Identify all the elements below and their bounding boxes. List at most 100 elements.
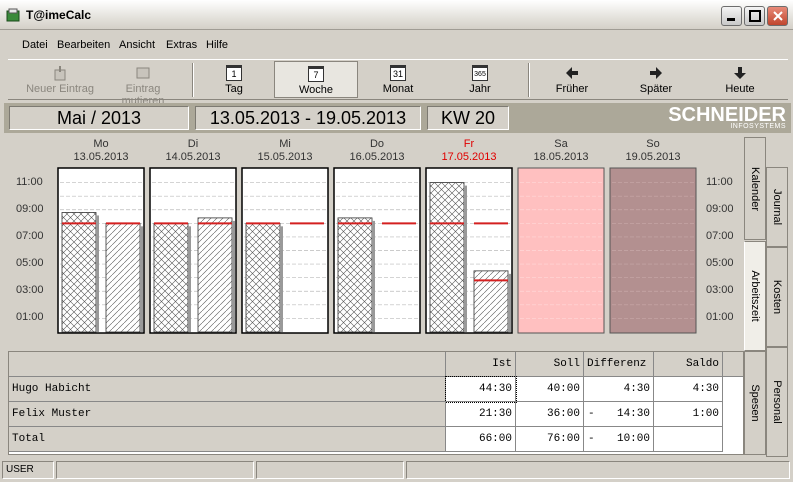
y-axis-tick: 05:00 <box>16 257 44 270</box>
maximize-button[interactable] <box>744 6 765 26</box>
status-panel-2 <box>56 461 254 479</box>
minimize-button[interactable] <box>721 6 742 26</box>
menu-datei[interactable]: Datei <box>22 39 48 51</box>
close-button[interactable] <box>767 6 788 26</box>
earlier-button[interactable]: Früher <box>532 61 612 98</box>
y-axis-tick: 07:00 <box>16 229 44 242</box>
toolbar: Neuer Eintrag Eintrag mutieren 1 Tag 7 W… <box>8 59 788 107</box>
cell-saldo[interactable]: 1:00 <box>654 402 723 427</box>
tab-kalender-label: Kalender <box>749 166 761 211</box>
cell-soll[interactable]: 76:00 <box>516 427 584 452</box>
year-view-button[interactable]: 365 Jahr <box>444 61 516 98</box>
company-logo: SCHNEIDER INFOSYSTEMS <box>664 104 786 132</box>
bar-shadow <box>232 220 235 332</box>
tab-kalender[interactable]: Kalender <box>744 137 766 240</box>
table-header-differenz: Differenz <box>584 352 654 377</box>
week-view-button[interactable]: 7 Woche <box>274 61 358 98</box>
tab-journal[interactable]: Journal <box>766 167 788 247</box>
menu-bar: Datei Bearbeiten Ansicht Extras Hilfe <box>0 34 793 56</box>
table-header-filler <box>723 352 743 377</box>
cell-ist[interactable]: 21:30 <box>446 402 516 427</box>
table-header-ist: Ist <box>446 352 516 377</box>
bar-shadow <box>464 185 467 332</box>
today-button[interactable]: Heute <box>700 61 780 98</box>
day-name: So <box>646 138 660 150</box>
cell-soll[interactable]: 36:00 <box>516 402 584 427</box>
mutate-entry-icon <box>136 67 150 79</box>
month-view-button[interactable]: 31 Monat <box>358 61 438 98</box>
ist-bar <box>245 222 281 333</box>
toolbar-separator <box>528 63 530 97</box>
bar-shadow <box>188 226 191 332</box>
cell-ist[interactable]: 44:30 <box>445 376 517 403</box>
calendar-day-icon: 1 <box>226 65 242 81</box>
week-number-display: KW 20 <box>427 106 509 130</box>
menu-hilfe[interactable]: Hilfe <box>206 39 228 51</box>
table-header-name <box>9 352 446 377</box>
week-view-label: Woche <box>298 84 334 96</box>
day-name: Mo <box>93 138 109 150</box>
cell-differenz[interactable]: 4:30 <box>584 377 654 402</box>
day-header: Sa 18.05.2013 <box>518 138 604 164</box>
mutate-entry-button[interactable]: Eintrag mutieren <box>103 61 183 107</box>
day-name: Sa <box>554 138 568 150</box>
new-entry-button[interactable]: Neuer Eintrag <box>18 61 102 98</box>
later-button[interactable]: Später <box>616 61 696 98</box>
cell-differenz[interactable]: 10:00- <box>584 427 654 452</box>
title-bar[interactable]: T@imeCalc <box>0 0 793 30</box>
day-name: Mi <box>279 138 291 150</box>
month-display: Mai / 2013 <box>9 106 189 130</box>
y-axis-tick: 11:00 <box>16 175 43 188</box>
day-header: Mo 13.05.2013 <box>58 138 144 164</box>
table-header-saldo: Saldo <box>654 352 723 377</box>
row-name: Hugo Habicht <box>9 377 446 402</box>
status-panel-3 <box>256 461 404 479</box>
status-user: USER <box>2 461 54 479</box>
tab-personal[interactable]: Personal <box>766 347 788 457</box>
date-range-display: 13.05.2013 - 19.05.2013 <box>195 106 421 130</box>
y-axis-tick: 03:00 <box>16 284 44 297</box>
sunday-column <box>609 167 697 334</box>
day-date: 17.05.2013 <box>441 151 497 163</box>
menu-ansicht[interactable]: Ansicht <box>119 39 155 51</box>
summary-table: Ist Soll Differenz Saldo Hugo Habicht 44:… <box>8 351 744 455</box>
tab-journal-label: Journal <box>771 188 783 226</box>
tab-spesen[interactable]: Spesen <box>744 351 766 455</box>
day-view-button[interactable]: 1 Tag <box>198 61 270 98</box>
day-date: 18.05.2013 <box>533 151 589 163</box>
cell-differenz[interactable]: 14:30- <box>584 402 654 427</box>
diff-sign: - <box>588 408 595 420</box>
day-name: Di <box>187 138 199 150</box>
menu-bearbeiten[interactable]: Bearbeiten <box>57 39 110 51</box>
status-panel-4 <box>406 461 790 479</box>
close-icon <box>773 11 783 21</box>
week-chart: Mo 13.05.2013 Di 14.05.2013 Mi 15.05.2013 Do 16… <box>4 137 744 347</box>
bar-shadow <box>508 273 511 332</box>
day-header: Fr 17.05.2013 <box>426 138 512 164</box>
ist-bar <box>429 182 465 333</box>
status-bar: USER <box>0 460 793 482</box>
calendar-year-icon: 365 <box>472 65 488 81</box>
day-name: Fr <box>463 138 475 150</box>
tab-arbeitszeit-label: Arbeitszeit <box>749 270 761 322</box>
cell-soll[interactable]: 40:00 <box>516 377 584 402</box>
cell-saldo[interactable] <box>654 427 723 452</box>
cell-ist[interactable]: 66:00 <box>446 427 516 452</box>
today-label: Heute <box>725 83 755 95</box>
y-axis-tick: 01:00 <box>16 311 44 324</box>
tab-arbeitszeit[interactable]: Arbeitszeit <box>744 241 766 351</box>
y-axis-tick: 09:00 <box>16 202 44 215</box>
cell-saldo[interactable]: 4:30 <box>654 377 723 402</box>
day-name: Do <box>369 138 385 150</box>
row-name: Total <box>9 427 446 452</box>
calendar-month-icon: 31 <box>390 65 406 81</box>
tab-personal-label: Personal <box>771 380 783 424</box>
month-view-label: Monat <box>382 83 414 95</box>
menu-extras[interactable]: Extras <box>166 39 197 51</box>
day-date: 16.05.2013 <box>349 151 405 163</box>
saturday-column <box>517 167 605 334</box>
maximize-icon <box>749 10 761 22</box>
arrow-left-icon <box>566 67 578 79</box>
day-header: Di 14.05.2013 <box>150 138 236 164</box>
tab-kosten[interactable]: Kosten <box>766 247 788 347</box>
